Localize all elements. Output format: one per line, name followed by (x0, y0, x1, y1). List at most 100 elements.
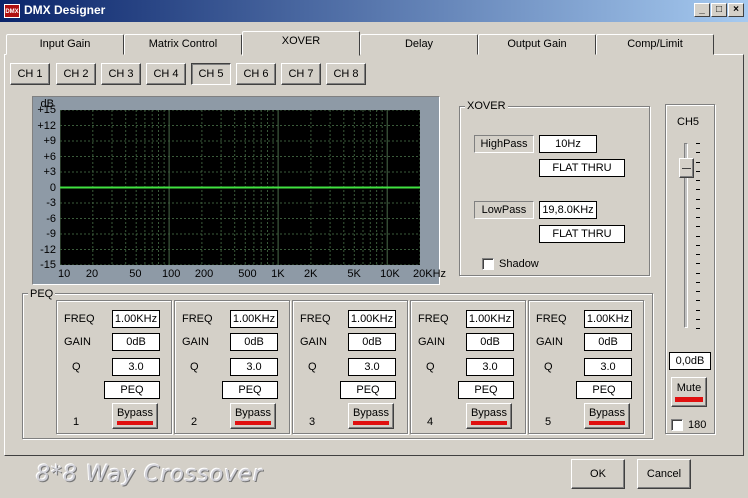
tab-input-gain[interactable]: Input Gain (6, 34, 124, 55)
gain-slider-thumb[interactable] (679, 157, 694, 178)
x-tick-label: 500 (238, 268, 257, 280)
y-tick-label: +9 (43, 135, 56, 147)
title-bar: DMX DMX Designer _ □ × (0, 0, 748, 22)
freq-label: FREQ (64, 313, 95, 325)
bypass-button[interactable]: Bypass (466, 403, 512, 429)
x-tick-label: 5K (347, 268, 361, 280)
channel-button-4[interactable]: CH 4 (146, 63, 186, 85)
highpass-type-field[interactable]: FLAT THRU (539, 159, 625, 177)
peq-band-5: FREQ 1.00KHz GAIN 0dB Q 3.0 PEQ 5 Bypass (528, 300, 644, 434)
y-tick-label: +6 (43, 150, 56, 163)
phase-180-label: 180 (688, 419, 707, 431)
slider-tick (696, 263, 700, 265)
bypass-button[interactable]: Bypass (348, 403, 394, 429)
channel-strip-label: CH5 (677, 116, 700, 128)
close-button[interactable]: × (728, 3, 744, 17)
highpass-freq-field[interactable]: 10Hz (539, 135, 597, 153)
lowpass-type-field[interactable]: FLAT THRU (539, 225, 625, 243)
shadow-label: Shadow (499, 258, 539, 270)
bypass-button[interactable]: Bypass (584, 403, 630, 429)
y-tick-label: +12 (37, 119, 56, 132)
peq-q-field[interactable]: 3.0 (466, 358, 514, 376)
peq-freq-field[interactable]: 1.00KHz (584, 310, 632, 328)
phase-180-checkbox[interactable] (671, 419, 683, 431)
mute-button[interactable]: Mute (671, 377, 707, 407)
peq-freq-field[interactable]: 1.00KHz (466, 310, 514, 328)
cancel-button[interactable]: Cancel (637, 459, 691, 489)
peq-freq-field[interactable]: 1.00KHz (230, 310, 278, 328)
peq-gain-field[interactable]: 0dB (230, 333, 278, 351)
channel-button-1[interactable]: CH 1 (10, 63, 50, 85)
q-label: Q (308, 361, 317, 373)
gain-label: GAIN (182, 336, 209, 348)
shadow-checkbox[interactable] (482, 258, 494, 270)
slider-tick (696, 180, 700, 181)
x-tick-label: 1K (271, 268, 285, 280)
peq-type-field[interactable]: PEQ (340, 381, 396, 399)
channel-button-7[interactable]: CH 7 (281, 63, 321, 85)
channel-button-5[interactable]: CH 5 (191, 63, 231, 85)
bypass-button-label: Bypass (116, 407, 154, 419)
peq-type-field[interactable]: PEQ (222, 381, 278, 399)
product-caption: 8*8 Way Crossover (36, 462, 263, 487)
freq-label: FREQ (418, 313, 449, 325)
gain-label: GAIN (64, 336, 91, 348)
peq-q-field[interactable]: 3.0 (230, 358, 278, 376)
peq-type-field[interactable]: PEQ (576, 381, 632, 399)
mute-button-label: Mute (676, 382, 702, 394)
tab-delay[interactable]: Delay (360, 34, 478, 55)
frequency-response-plot (60, 110, 420, 265)
thumb-grip-line (682, 167, 691, 169)
tab-output-gain[interactable]: Output Gain (478, 34, 596, 55)
peq-band-2: FREQ 1.00KHz GAIN 0dB Q 3.0 PEQ 2 Bypass (174, 300, 290, 434)
slider-tick (696, 244, 700, 246)
lowpass-freq-field[interactable]: 19,8.0KHz (539, 201, 597, 219)
x-tick-label: 20 (85, 268, 99, 280)
slider-tick (696, 170, 700, 172)
tab-xover[interactable]: XOVER (242, 31, 360, 56)
bypass-indicator (235, 421, 271, 425)
channel-button-8[interactable]: CH 8 (326, 63, 366, 85)
bypass-indicator (589, 421, 625, 425)
slider-tick (696, 198, 700, 200)
slider-tick (696, 281, 700, 283)
tab-comp-limit[interactable]: Comp/Limit (596, 34, 714, 55)
channel-button-3[interactable]: CH 3 (101, 63, 141, 85)
band-number: 5 (545, 416, 552, 428)
lowpass-label: LowPass (474, 201, 534, 219)
x-tick-label: 2K (303, 268, 318, 280)
peq-type-field[interactable]: PEQ (104, 381, 160, 399)
tab-matrix-control[interactable]: Matrix Control (124, 34, 242, 55)
peq-freq-field[interactable]: 1.00KHz (112, 310, 160, 328)
peq-q-field[interactable]: 3.0 (348, 358, 396, 376)
peq-gain-field[interactable]: 0dB (584, 333, 632, 351)
peq-band-1: FREQ 1.00KHz GAIN 0dB Q 3.0 PEQ 1 Bypass (56, 300, 172, 434)
peq-q-field[interactable]: 3.0 (584, 358, 632, 376)
ok-button[interactable]: OK (571, 459, 625, 489)
slider-tick (696, 254, 700, 255)
peq-type-field[interactable]: PEQ (458, 381, 514, 399)
bypass-button[interactable]: Bypass (230, 403, 276, 429)
app-icon: DMX (4, 4, 20, 18)
peq-gain-field[interactable]: 0dB (112, 333, 160, 351)
peq-band-4: FREQ 1.00KHz GAIN 0dB Q 3.0 PEQ 4 Bypass (410, 300, 526, 434)
band-number: 4 (427, 416, 434, 428)
bypass-button[interactable]: Bypass (112, 403, 158, 429)
bypass-indicator (353, 421, 389, 425)
channel-button-6[interactable]: CH 6 (236, 63, 276, 85)
gain-label: GAIN (418, 336, 445, 348)
slider-tick (696, 189, 700, 191)
minimize-button[interactable]: _ (694, 3, 710, 17)
gain-value-field[interactable]: 0,0dB (669, 352, 711, 370)
channel-button-2[interactable]: CH 2 (56, 63, 96, 85)
band-number: 3 (309, 416, 316, 428)
peq-freq-field[interactable]: 1.00KHz (348, 310, 396, 328)
slider-tick (696, 207, 700, 209)
y-tick-label: +3 (43, 166, 56, 178)
maximize-button[interactable]: □ (711, 3, 727, 17)
peq-q-field[interactable]: 3.0 (112, 358, 160, 376)
freq-label: FREQ (536, 313, 567, 325)
slider-tick (696, 309, 700, 311)
peq-gain-field[interactable]: 0dB (466, 333, 514, 351)
peq-gain-field[interactable]: 0dB (348, 333, 396, 351)
